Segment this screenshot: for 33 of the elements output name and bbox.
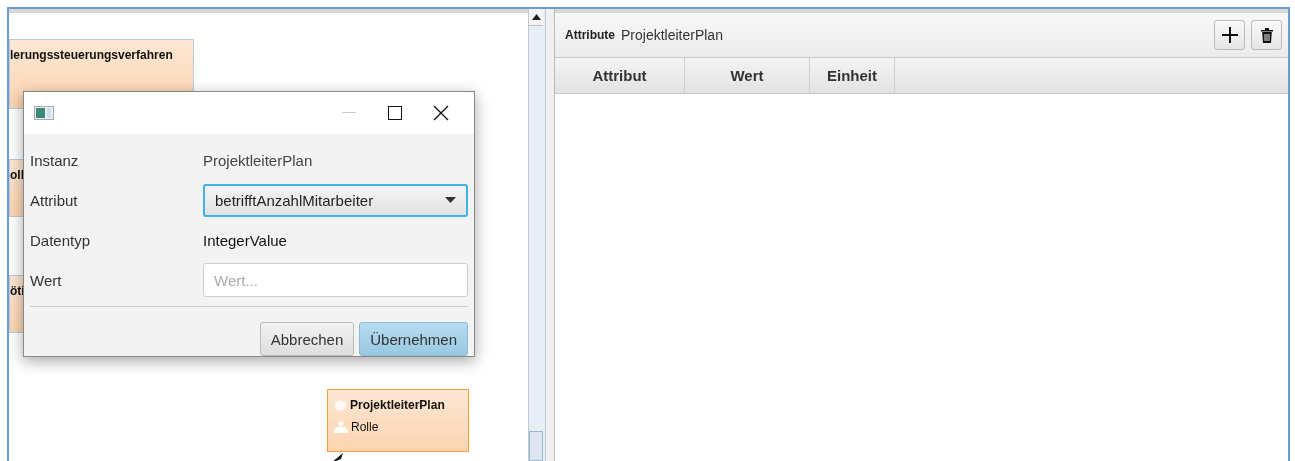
field-value: ProjektleiterPlan	[203, 151, 314, 169]
confirm-button[interactable]: Übernehmen	[359, 322, 468, 356]
column-header[interactable]: Wert	[685, 58, 810, 93]
scrollbar-thumb[interactable]	[529, 431, 543, 461]
node-title: lerungssteuerungsverfahren	[10, 48, 174, 62]
node-type: Rolle	[351, 420, 379, 434]
caret-icon	[445, 197, 456, 203]
node-title: oll	[10, 168, 25, 182]
cancel-button[interactable]: Abbrechen	[259, 322, 355, 356]
maximize-icon[interactable]	[388, 106, 402, 120]
close-icon[interactable]	[433, 105, 449, 121]
node-title: ProjektleiterPlan	[350, 398, 445, 412]
field-label: Attribut	[30, 191, 79, 209]
cube-icon	[334, 398, 347, 412]
field-label: Datentyp	[30, 231, 92, 249]
app-icon	[34, 106, 54, 120]
field-value: IntegerValue	[203, 231, 288, 249]
instance-name: ProjektleiterPlan	[621, 27, 724, 43]
scroll-up-icon[interactable]	[531, 14, 541, 20]
hierarchy-icon	[334, 421, 348, 433]
trash-icon	[1260, 27, 1273, 43]
value-input-field[interactable]: Wert...	[203, 263, 468, 297]
delete-button[interactable]	[1251, 20, 1282, 50]
column-header[interactable]: Einheit	[810, 58, 895, 93]
column-header[interactable]: Attribut	[555, 58, 685, 93]
plus-icon	[1220, 26, 1239, 44]
attribute-dropdown[interactable]: betrifftAnzahlMitarbeiter	[203, 183, 468, 217]
add-button[interactable]	[1214, 20, 1245, 50]
field-label: Instanz	[30, 151, 80, 169]
field-label: Wert	[30, 271, 63, 289]
panel-title: Attribute	[565, 28, 615, 42]
instance-node[interactable]: ProjektleiterPlan Rolle	[327, 389, 469, 452]
vertical-scrollbar[interactable]	[528, 9, 546, 461]
